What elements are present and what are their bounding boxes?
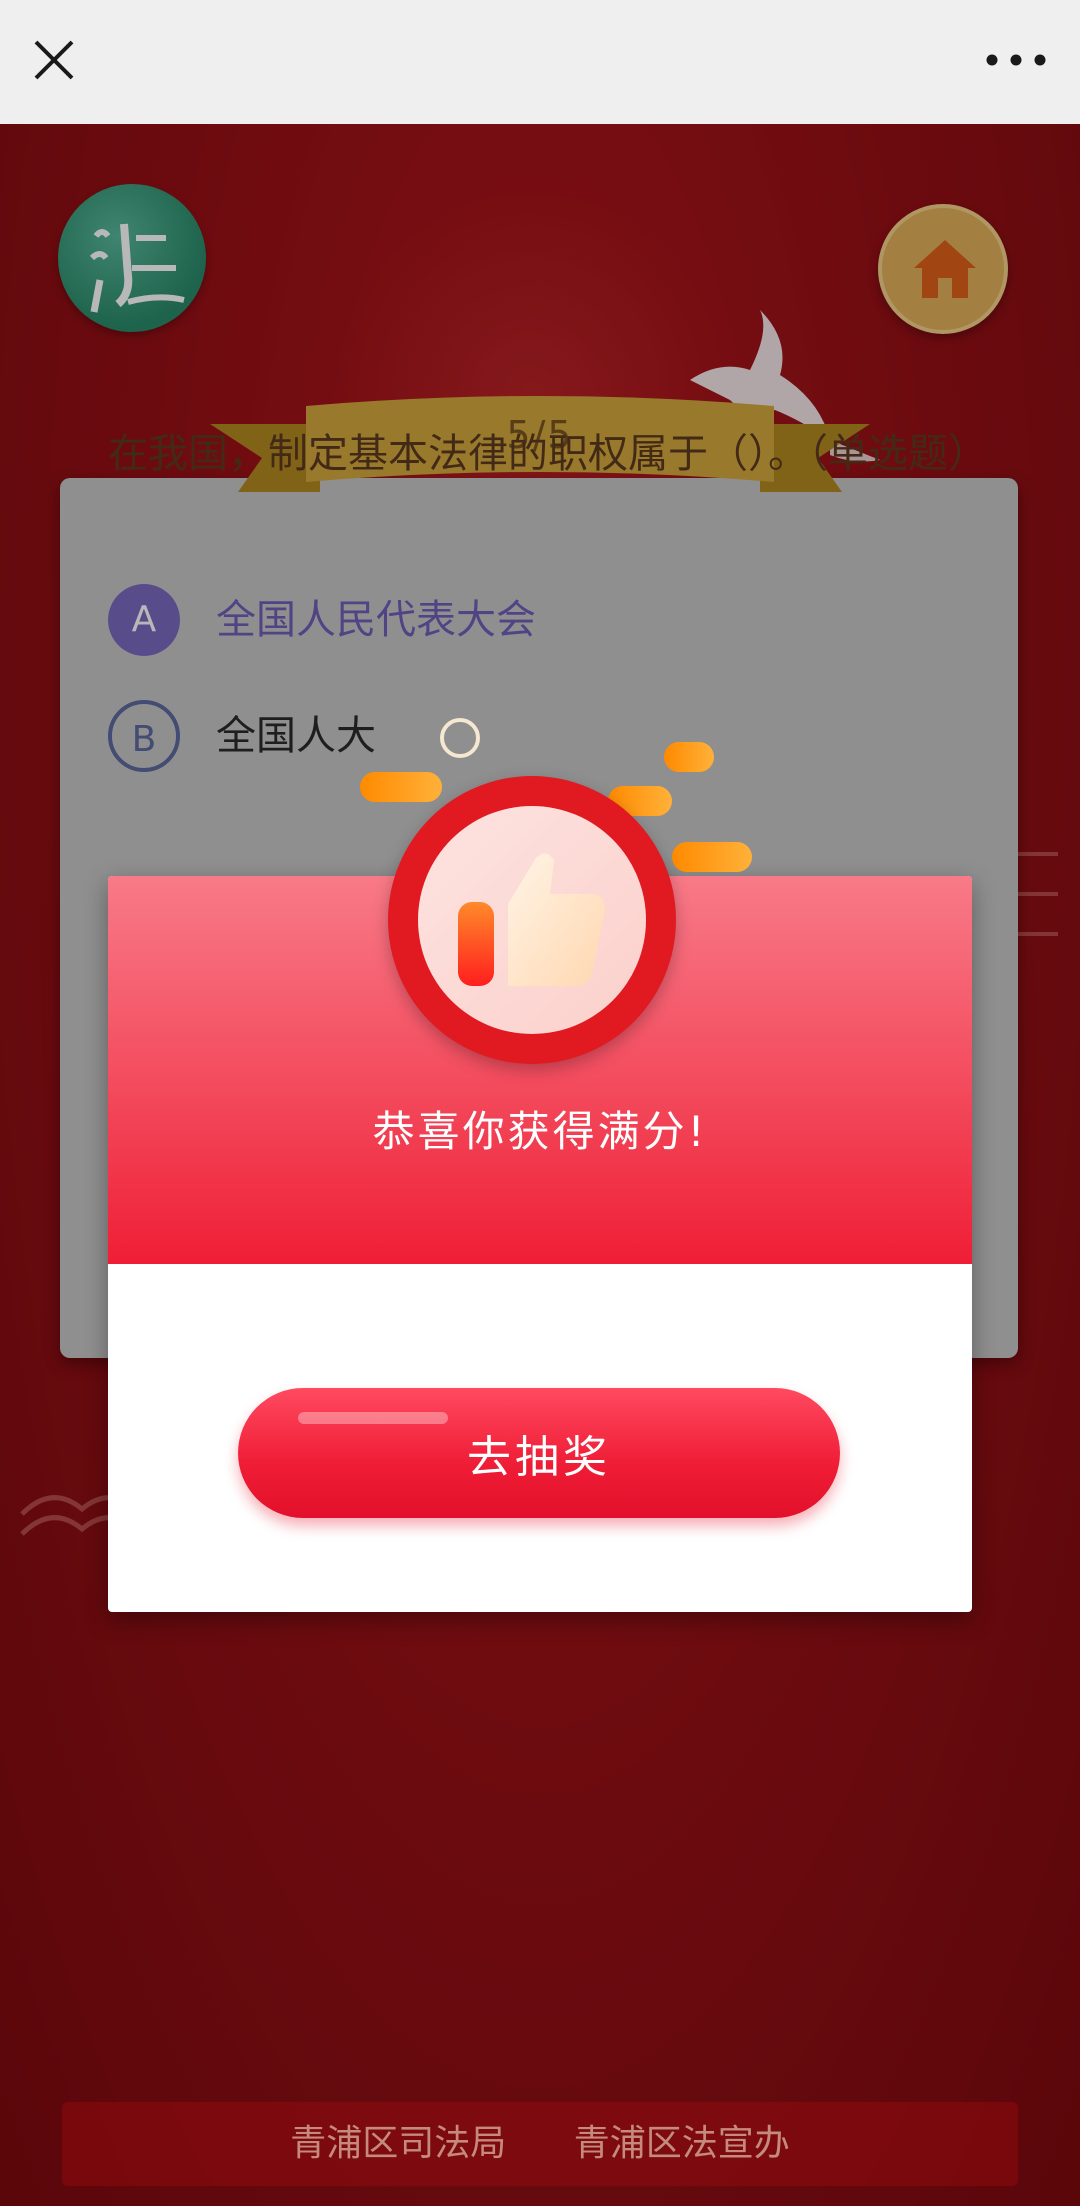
footer-credits: 青浦区司法局 青浦区法宣办 [62,2102,1018,2186]
more-icon[interactable] [982,44,1050,76]
modal-title: 恭喜你获得满分! [372,1107,708,1156]
confetti-piece [664,742,714,772]
sparkle-ring [440,718,480,758]
footer-org: 青浦区司法局 [290,2123,507,2164]
lottery-button[interactable]: 去抽奖 [238,1388,840,1518]
footer-org: 青浦区法宣办 [573,2123,790,2164]
thumbs-up-icon [458,853,605,986]
confetti-piece [360,772,442,802]
thumbs-up-badge [388,776,676,1064]
close-icon[interactable] [30,34,78,86]
confetti-piece [672,842,752,872]
lottery-button-label: 去抽奖 [467,1432,611,1483]
top-bar [0,0,1080,124]
button-gloss [298,1412,448,1424]
